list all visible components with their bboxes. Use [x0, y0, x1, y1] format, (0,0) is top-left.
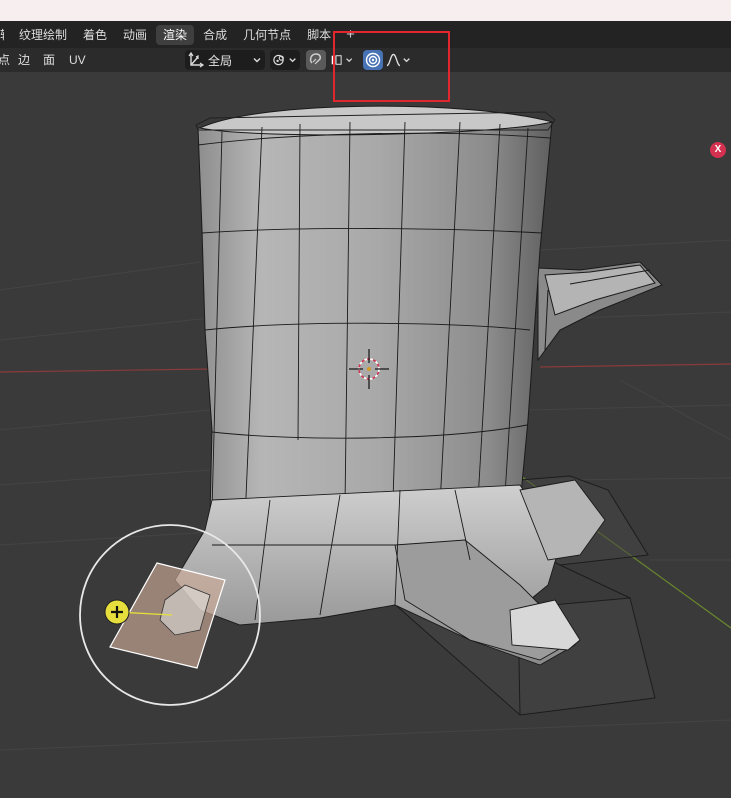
smooth-falloff-icon	[386, 53, 401, 67]
orientation-axes-icon	[188, 51, 205, 68]
menu-vertex[interactable]: 点	[0, 48, 10, 72]
transform-orientation-dropdown[interactable]: 全局	[185, 50, 265, 70]
orientation-label: 全局	[208, 53, 233, 68]
tab-animation[interactable]: 动画	[116, 25, 154, 45]
add-workspace-button[interactable]: +	[346, 26, 355, 43]
link-rings-icon	[273, 54, 284, 66]
snap-increment-icon	[331, 55, 342, 65]
tab-scripting[interactable]: 脚本	[300, 25, 338, 45]
tab-edit-partial[interactable]: 辑	[0, 25, 4, 45]
3d-viewport[interactable]: X	[0, 72, 731, 798]
proportional-edit-icon	[365, 52, 381, 68]
tab-rendering[interactable]: 渲染	[156, 24, 195, 45]
trunk-mesh	[195, 105, 556, 521]
viewport-header: 点 边 面 UV 全局	[0, 48, 731, 72]
chevron-down-icon	[289, 58, 296, 63]
tab-texture-paint[interactable]: 纹理绘制	[12, 25, 74, 45]
chevron-down-icon	[403, 58, 410, 63]
x-axis-line-right	[539, 363, 731, 368]
chevron-down-icon	[253, 58, 261, 63]
navigation-gizmo-x-axis[interactable]: X	[710, 142, 726, 158]
x-axis-line	[0, 368, 211, 373]
tab-shading[interactable]: 着色	[76, 25, 114, 45]
roots-mesh	[174, 479, 606, 666]
snap-toggle-button[interactable]	[306, 50, 326, 70]
menu-edge[interactable]: 边	[18, 48, 30, 72]
menu-uv[interactable]: UV	[69, 48, 86, 72]
snap-target-dropdown[interactable]	[328, 50, 356, 70]
workspace-tabs-bar: 辑 纹理绘制 着色 动画 渲染 合成 几何节点 脚本 +	[0, 21, 731, 48]
branch-mesh	[537, 261, 663, 362]
viewport-scene	[0, 105, 731, 751]
window-top-strip	[0, 0, 731, 21]
chevron-down-icon	[345, 58, 352, 63]
pivot-point-dropdown[interactable]	[270, 50, 300, 70]
menu-face[interactable]: 面	[43, 48, 55, 72]
tab-geometry-nodes[interactable]: 几何节点	[236, 25, 298, 45]
proportional-editing-button[interactable]	[363, 50, 383, 70]
falloff-dropdown[interactable]	[385, 50, 414, 70]
tab-compositing[interactable]: 合成	[196, 25, 234, 45]
magnet-icon	[309, 53, 321, 65]
